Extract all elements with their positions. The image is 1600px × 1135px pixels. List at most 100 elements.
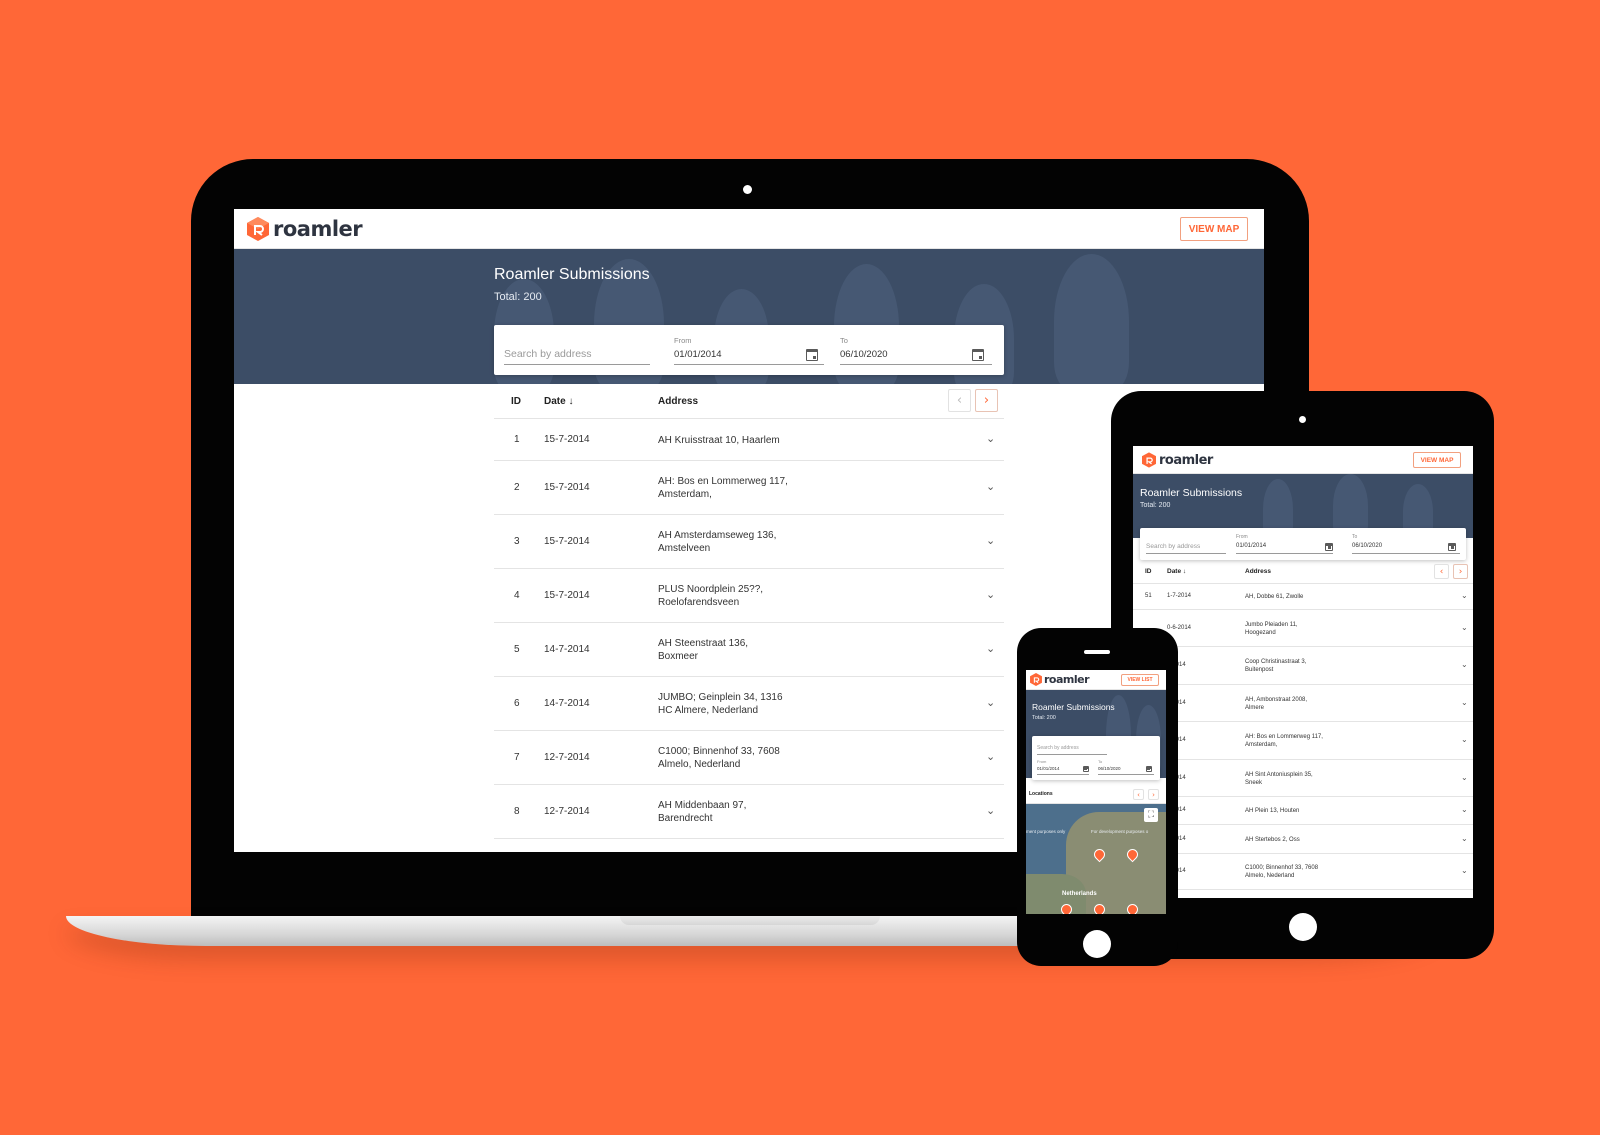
search-input[interactable]: Search by address: [504, 325, 650, 375]
roamler-logo[interactable]: roamler: [247, 217, 363, 241]
next-page-button[interactable]: ›: [1453, 564, 1468, 579]
row-address: JUMBO; Geinplein 34, 1316 HC Almere, Nede…: [658, 692, 783, 716]
top-bar: roamler VIEW MAP: [234, 209, 1264, 249]
sort-arrow-down-icon: ↓: [1182, 568, 1187, 575]
to-date-field[interactable]: To 06/10/2020: [1352, 528, 1460, 560]
row-id: 2: [514, 482, 520, 493]
laptop-base-notch: [620, 916, 880, 925]
calendar-icon[interactable]: [1448, 543, 1456, 551]
row-date: 0-6-2014: [1167, 624, 1192, 631]
search-placeholder: Search by address: [1146, 543, 1201, 550]
row-address: AH Plein 13, Houten: [1245, 808, 1300, 814]
tablet-screen: roamler VIEW MAP Roamler Submissions Tot…: [1133, 446, 1473, 898]
table-row[interactable]: 5 14-7-2014 AH Steenstraat 136, Boxmeer ⌄: [494, 623, 1004, 677]
row-date: 1-7-2014: [1167, 593, 1192, 599]
chevron-down-icon[interactable]: ⌄: [986, 750, 995, 763]
table-row[interactable]: 7 12-7-2014 C1000; Binnenhof 33, 7608 Almel…: [494, 731, 1004, 785]
search-input[interactable]: Search by address: [1146, 528, 1226, 560]
chevron-down-icon[interactable]: ⌄: [1461, 623, 1468, 632]
row-address: AH, Dobbe 61, Zwolle: [1245, 594, 1304, 600]
chevron-down-icon[interactable]: ⌄: [986, 534, 995, 547]
chevron-down-icon[interactable]: ⌄: [986, 696, 995, 709]
from-label: From: [1236, 534, 1248, 540]
table-row[interactable]: 51 1-7-2014 AH, Dobbe 61, Zwolle ⌄: [1133, 584, 1473, 610]
chevron-down-icon[interactable]: ⌄: [1461, 773, 1468, 782]
locations-map[interactable]: ment purposes only For development purpo…: [1026, 804, 1166, 914]
to-label: To: [840, 336, 848, 345]
calendar-icon[interactable]: [1325, 543, 1333, 551]
table-row[interactable]: 6-2014AH Plein 13, Houten⌄: [1133, 797, 1473, 825]
row-date: 14-7-2014: [544, 644, 590, 655]
chevron-down-icon[interactable]: ⌄: [1461, 805, 1468, 814]
chevron-down-icon[interactable]: ⌄: [986, 432, 995, 445]
to-value: 06/10/2020: [840, 349, 888, 360]
header-date[interactable]: Date ↓: [1167, 568, 1186, 575]
from-value: 01/01/2014: [674, 349, 722, 360]
from-date-field[interactable]: From 01/01/2014: [1236, 528, 1333, 560]
table-row[interactable]: 6-2014C1000; Binnenhof 33, 7608Almelo, N…: [1133, 854, 1473, 890]
row-address: AH Sint Antoniusplein 35, Sneek: [1245, 771, 1313, 786]
view-map-button[interactable]: VIEW MAP: [1413, 452, 1461, 468]
to-date-field[interactable]: To 06/10/2020: [1098, 756, 1154, 778]
calendar-icon[interactable]: [806, 349, 818, 361]
from-date-field[interactable]: From 01/01/2014: [1037, 756, 1089, 778]
table-row[interactable]: 8 12-7-2014 AH Middenbaan 97, Barendrecht ⌄: [494, 785, 1004, 839]
prev-page-button[interactable]: ‹: [948, 389, 971, 412]
view-map-button[interactable]: VIEW MAP: [1180, 217, 1248, 241]
table-row[interactable]: 6-2014AH Sint Antoniusplein 35,Sneek⌄: [1133, 760, 1473, 797]
from-date-field[interactable]: From 01/01/2014: [674, 325, 824, 375]
roamler-logo[interactable]: roamler: [1142, 452, 1213, 468]
calendar-icon[interactable]: [1083, 766, 1089, 772]
table-row[interactable]: 3 15-7-2014 AH Amsterdamseweg 136, Amstelve…: [494, 515, 1004, 569]
table-row[interactable]: 6-2014AH, Ambonstraat 2008,Almere⌄: [1133, 685, 1473, 722]
chevron-down-icon[interactable]: ⌄: [1461, 660, 1468, 669]
chevron-down-icon[interactable]: ⌄: [1461, 591, 1468, 600]
table-row[interactable]: 0-6-2014 Jumbo Pleiaden 11, Hoogezand ⌄: [1133, 610, 1473, 647]
table-row[interactable]: 6-2014Coop Christinastraat 3,Buitenpost⌄: [1133, 647, 1473, 685]
row-id: 4: [514, 590, 520, 601]
table-row[interactable]: 6-2014AH Stertebos 2, Oss⌄: [1133, 825, 1473, 854]
chevron-down-icon[interactable]: ⌄: [986, 480, 995, 493]
chevron-down-icon[interactable]: ⌄: [1461, 834, 1468, 843]
table-row[interactable]: 2 15-7-2014 AH: Bos en Lommerweg 117, Amste…: [494, 461, 1004, 515]
row-address: C1000; Binnenhof 33, 7608 Almelo, Nederla…: [658, 746, 780, 770]
header-date[interactable]: Date ↓: [544, 396, 573, 407]
table-row[interactable]: 4 15-7-2014 PLUS Noordplein 25??, Roelofare…: [494, 569, 1004, 623]
next-page-button[interactable]: ›: [1148, 789, 1159, 800]
next-page-button[interactable]: ›: [975, 389, 998, 412]
fullscreen-icon[interactable]: ⛶: [1144, 808, 1158, 822]
row-id: 5: [514, 644, 520, 655]
row-date: 15-7-2014: [544, 536, 590, 547]
chevron-down-icon[interactable]: ⌄: [1461, 735, 1468, 744]
search-input[interactable]: Search by address: [1037, 736, 1107, 756]
chevron-down-icon[interactable]: ⌄: [1461, 698, 1468, 707]
chevron-down-icon[interactable]: ⌄: [986, 588, 995, 601]
calendar-icon[interactable]: [1146, 766, 1152, 772]
prev-page-button[interactable]: ‹: [1434, 564, 1449, 579]
table-row[interactable]: 6 14-7-2014 JUMBO; Geinplein 34, 1316 HC Al…: [494, 677, 1004, 731]
to-date-field[interactable]: To 06/10/2020: [840, 325, 992, 375]
map-country-label: Netherlands: [1062, 891, 1097, 897]
logo-wordmark: roamler: [273, 217, 363, 241]
chevron-down-icon[interactable]: ⌄: [1461, 866, 1468, 875]
view-list-button[interactable]: VIEW LIST: [1121, 674, 1159, 686]
prev-page-button[interactable]: ‹: [1133, 789, 1144, 800]
table-row[interactable]: 1 15-7-2014 AH Kruisstraat 10, Haarlem ⌄: [494, 419, 1004, 461]
calendar-icon[interactable]: [972, 349, 984, 361]
row-address: AH: Bos en Lommerweg 117, Amsterdam,: [658, 476, 788, 500]
header-id[interactable]: ID: [1145, 568, 1152, 575]
page-title: Roamler Submissions: [494, 266, 650, 283]
to-label: To: [1352, 534, 1358, 540]
chevron-down-icon[interactable]: ⌄: [986, 804, 995, 817]
submissions-table: ID Date ↓ Address ‹ › 1 15-7-2014 AH Kruis…: [494, 384, 1004, 852]
table-row[interactable]: 6-2014AH: Bos en Lommerweg 117,Amsterdam…: [1133, 722, 1473, 760]
logo-wordmark: roamler: [1044, 673, 1090, 686]
logo-wordmark: roamler: [1159, 452, 1213, 468]
roamler-logo[interactable]: roamler: [1030, 673, 1090, 686]
header-id[interactable]: ID: [511, 396, 521, 407]
tablet-filter-card: Search by address From 01/01/2014 To 06/…: [1140, 528, 1466, 560]
row-date: 15-7-2014: [544, 482, 590, 493]
roamler-logo-icon: [1142, 452, 1156, 468]
row-date: 14-7-2014: [544, 698, 590, 709]
chevron-down-icon[interactable]: ⌄: [986, 642, 995, 655]
